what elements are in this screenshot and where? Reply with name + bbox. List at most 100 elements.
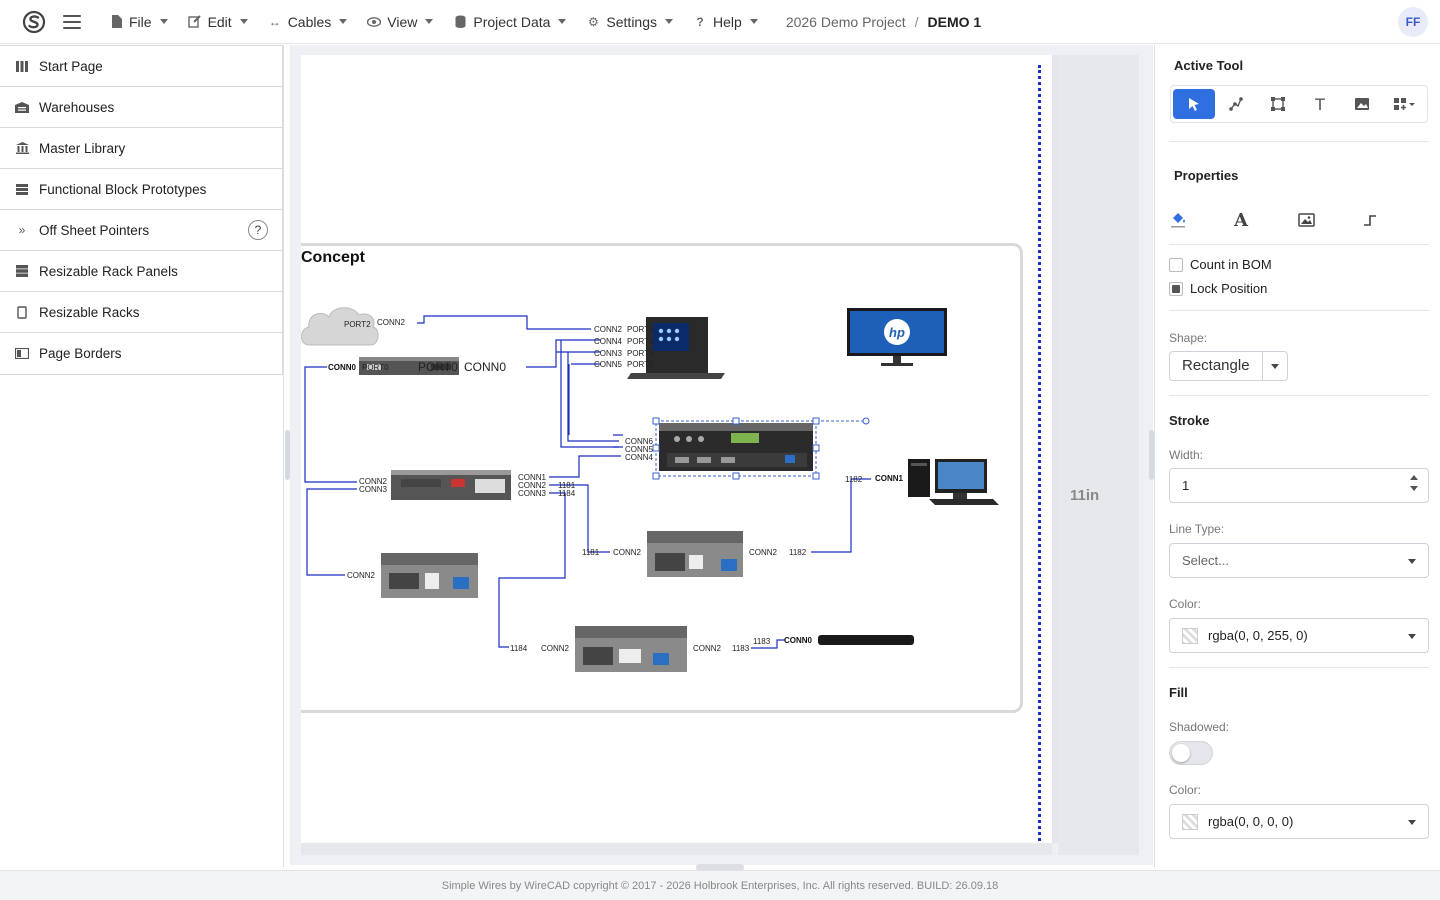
receiver-device[interactable]	[575, 626, 687, 672]
menu-help[interactable]: ? Help	[683, 7, 768, 37]
line-type-select[interactable]: Select...	[1169, 543, 1429, 578]
conn-label: CONN4	[594, 337, 623, 346]
node-path-icon	[1229, 97, 1243, 111]
port-label: PORT0	[362, 363, 389, 372]
line-type-label: Line Type:	[1169, 522, 1225, 536]
count-in-bom-checkbox[interactable]	[1169, 257, 1183, 272]
main-menu: File Edit ↔ Cables View Project Data ⚙ S…	[99, 7, 768, 37]
add-shape-tool-button[interactable]	[1383, 89, 1425, 119]
menu-edit[interactable]: Edit	[178, 7, 258, 37]
chevron-down-icon	[1408, 820, 1416, 825]
wire[interactable]	[498, 492, 566, 648]
stroke-width-value: 1	[1182, 478, 1190, 493]
conn-label: CONN3	[518, 489, 547, 498]
menu-cables[interactable]: ↔ Cables	[258, 7, 358, 37]
sidebar-item-off-sheet-pointers[interactable]: » Off Sheet Pointers ?	[0, 210, 282, 251]
wire[interactable]	[304, 366, 357, 483]
double-chevron-icon: »	[18, 223, 26, 237]
chevron-up-icon[interactable]	[1410, 475, 1418, 480]
divider	[1169, 310, 1429, 311]
sidebar-item-label: Resizable Rack Panels	[39, 263, 178, 279]
menu-view-label: View	[387, 13, 418, 30]
image-tab[interactable]	[1298, 205, 1362, 235]
stroke-width-input[interactable]: 1	[1169, 468, 1429, 503]
wire[interactable]	[811, 478, 871, 553]
font-tab[interactable]: A	[1234, 205, 1298, 235]
wire[interactable]	[526, 339, 601, 368]
switcher-device[interactable]	[659, 423, 813, 471]
node-path-tool-button[interactable]	[1215, 89, 1257, 119]
monitor-device[interactable]: hp	[847, 308, 947, 366]
receiver-device[interactable]	[647, 531, 743, 577]
media-player-device[interactable]	[818, 635, 914, 645]
sidebar-item-warehouses[interactable]: Warehouses	[0, 87, 282, 128]
matrix-device[interactable]	[391, 470, 511, 500]
paint-bucket-icon	[1171, 213, 1185, 228]
add-shape-icon	[1394, 98, 1415, 110]
bounding-box-tool-button[interactable]	[1257, 89, 1299, 119]
receiver-device[interactable]	[381, 553, 478, 598]
sidebar-item-page-borders[interactable]: Page Borders	[0, 333, 282, 374]
desktop-pc-device[interactable]	[908, 459, 999, 505]
columns-icon	[15, 60, 29, 72]
number-stepper[interactable]	[1410, 475, 1418, 491]
sidebar-item-resizable-rack-panels[interactable]: Resizable Rack Panels	[0, 251, 282, 292]
lock-position-checkbox[interactable]	[1169, 281, 1183, 296]
tool-selector: T	[1170, 85, 1428, 123]
menu-file[interactable]: File	[99, 7, 178, 37]
conn-label: CONN2	[594, 325, 623, 334]
image-tool-button[interactable]	[1341, 89, 1383, 119]
sidebar-item-label: Resizable Racks	[39, 304, 140, 320]
drawing-canvas[interactable]: Concept hp PORT2 CONN2 CONN0 PORT0 PORT0…	[290, 45, 1153, 865]
text-tool-button[interactable]: T	[1299, 89, 1341, 119]
shadowed-toggle[interactable]	[1169, 741, 1213, 765]
divider	[1169, 244, 1429, 245]
count-in-bom-row[interactable]: Count in BOM	[1169, 257, 1272, 272]
chevron-down-icon[interactable]	[1410, 486, 1418, 491]
port-label: PORT3	[627, 349, 654, 358]
hamburger-menu-icon[interactable]	[63, 14, 81, 29]
app-logo[interactable]	[21, 9, 47, 35]
stroke-title: Stroke	[1169, 413, 1210, 428]
chevron-down-icon[interactable]	[1263, 352, 1287, 380]
sidebar-item-master-library[interactable]: Master Library	[0, 128, 282, 169]
rack-panels-icon	[15, 265, 29, 277]
sidebar: Start Page Warehouses Master Library Fun…	[0, 45, 284, 867]
lock-position-row[interactable]: Lock Position	[1169, 281, 1267, 296]
horizontal-scrollbar[interactable]	[301, 843, 1052, 855]
fill-color-value: rgba(0, 0, 0, 0)	[1208, 814, 1294, 829]
sidebar-item-resizable-racks[interactable]: Resizable Racks	[0, 292, 282, 333]
wire[interactable]	[417, 315, 591, 330]
wire[interactable]	[568, 363, 601, 435]
pointer-tool-button[interactable]	[1173, 89, 1215, 119]
wire[interactable]	[549, 455, 621, 478]
user-avatar[interactable]: FF	[1398, 7, 1428, 37]
connector-tab[interactable]	[1362, 205, 1426, 235]
footer-copyright: Simple Wires by WireCAD copyright © 2017…	[0, 870, 1440, 900]
wire[interactable]	[306, 488, 357, 576]
menu-view[interactable]: View	[357, 7, 443, 37]
sidebar-item-start-page[interactable]: Start Page	[0, 46, 282, 87]
conn-label: CONN3	[359, 485, 388, 494]
divider	[1169, 667, 1429, 668]
sidebar-item-functional-block-prototypes[interactable]: Functional Block Prototypes	[0, 169, 282, 210]
fill-tab[interactable]	[1170, 205, 1234, 235]
stroke-color-select[interactable]: rgba(0, 0, 255, 0)	[1169, 618, 1429, 653]
pointer-icon	[1189, 98, 1199, 111]
drawing-sheet[interactable]: Concept hp PORT2 CONN2 CONN0 PORT0 PORT0…	[301, 55, 1052, 843]
fill-color-select[interactable]: rgba(0, 0, 0, 0)	[1169, 804, 1429, 839]
menu-project-data[interactable]: Project Data	[443, 7, 576, 37]
menu-settings[interactable]: ⚙ Settings	[576, 7, 683, 37]
conn-label: CONN5	[594, 360, 623, 369]
schematic-diagram[interactable]: hp PORT2 CONN2 CONN0 PORT0 PORT0 CONN0 C…	[301, 55, 1052, 843]
help-icon[interactable]: ?	[248, 220, 268, 240]
chevron-down-icon	[558, 19, 567, 24]
cable-number-label: 1181	[582, 548, 600, 557]
menu-project-data-label: Project Data	[473, 13, 551, 30]
chevron-down-icon	[239, 19, 248, 24]
breadcrumb-project[interactable]: 2026 Demo Project	[786, 14, 906, 30]
properties-panel: Active Tool T Properties A Count in BOM …	[1154, 45, 1440, 867]
sidebar-item-label: Warehouses	[39, 99, 115, 115]
shape-select[interactable]: Rectangle	[1169, 351, 1288, 381]
cable-number-label: 1184	[558, 489, 576, 498]
